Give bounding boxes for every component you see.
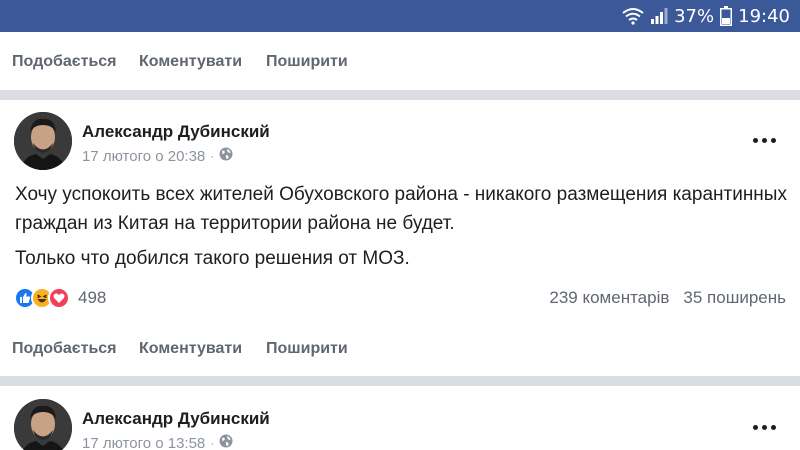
post-header: Александр Дубинский 17 лютого о 13:58 · [0,399,800,450]
more-options-icon[interactable] [753,138,776,143]
share-button[interactable]: Поширити [266,53,348,71]
post-author[interactable]: Александр Дубинский [82,122,270,142]
clock: 19:40 [738,5,790,27]
post-text-paragraph: Только что добился такого решения от МОЗ… [15,248,410,269]
signal-icon [650,7,668,25]
love-icon [48,287,70,309]
post-separator [0,90,800,100]
comment-button[interactable]: Коментувати [139,340,242,358]
comment-button[interactable]: Коментувати [139,53,242,71]
post-actions-bar-previous: Подобається Коментувати Поширити [0,34,800,90]
post-author[interactable]: Александр Дубинский [82,409,270,429]
avatar[interactable] [14,112,72,170]
post-actions-bar: Подобається Коментувати Поширити [0,321,800,377]
status-bar: 37% 19:40 [0,0,800,32]
like-button[interactable]: Подобається [12,340,117,358]
battery-icon [720,6,733,26]
post-header: Александр Дубинский 17 лютого о 20:38 · [0,112,800,176]
shares-count[interactable]: 35 поширень [683,288,786,308]
post-meta: 17 лютого о 13:58 · [82,434,233,450]
like-button[interactable]: Подобається [12,53,117,71]
post-timestamp[interactable]: 17 лютого о 20:38 [82,148,205,165]
engagement-counts: 239 коментарів 35 поширень [549,288,786,308]
battery-percent: 37% [674,5,715,27]
post-separator [0,376,800,386]
post-text-paragraph: Хочу успокоить всех жителей Обуховского … [15,184,787,234]
meta-separator: · [210,149,215,163]
post-timestamp[interactable]: 17 лютого о 13:58 [82,435,205,450]
reaction-count: 498 [78,288,107,307]
meta-separator: · [210,436,215,450]
wifi-icon [622,7,644,25]
reactions-summary[interactable]: 498 [14,285,106,311]
avatar[interactable] [14,399,72,450]
share-button[interactable]: Поширити [266,340,348,358]
status-icons: 37% 19:40 [622,5,790,27]
post-meta: 17 лютого о 20:38 · [82,147,233,165]
globe-icon [219,147,233,165]
more-options-icon[interactable] [753,425,776,430]
globe-icon [219,434,233,450]
comments-count[interactable]: 239 коментарів [549,288,669,308]
